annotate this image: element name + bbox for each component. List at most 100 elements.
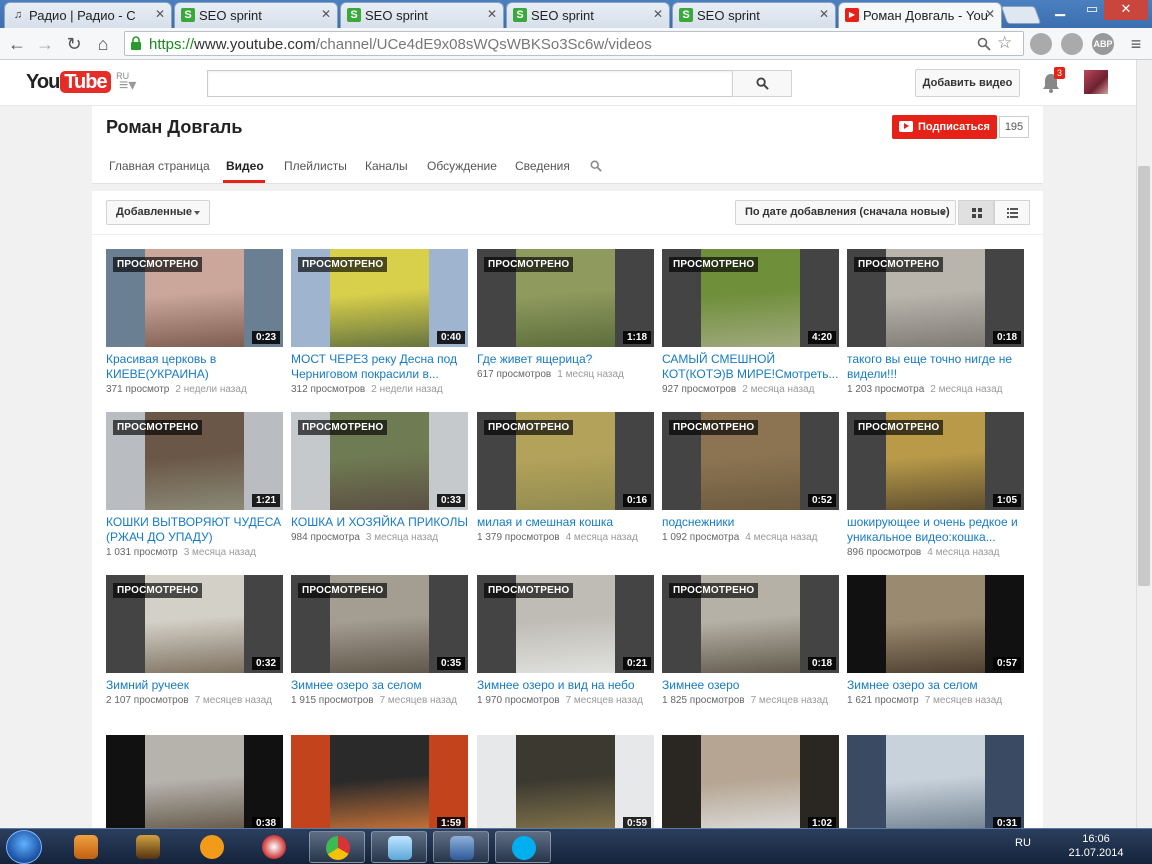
video-title-link[interactable]: Зимнее озеро и вид на небо bbox=[477, 678, 654, 693]
upload-button[interactable]: Добавить видео bbox=[915, 69, 1020, 97]
browser-tab-radio[interactable]: ♫ Радио | Радио - С ✕ bbox=[4, 2, 172, 28]
video-card[interactable]: ПРОСМОТРЕНО 0:16 милая и смешная кошка 1 37… bbox=[477, 412, 654, 544]
video-card[interactable]: ПРОСМОТРЕНО 0:23 Красивая церковь в КИЕВЕ(… bbox=[106, 249, 283, 396]
video-thumbnail[interactable]: ПРОСМОТРЕНО 0:21 bbox=[477, 575, 654, 673]
video-card[interactable]: ПРОСМОТРЕНО 1:18 Где живет ящерица? 617 про… bbox=[477, 249, 654, 381]
video-card[interactable]: 1:59 bbox=[291, 735, 468, 833]
browser-tab-seo-1[interactable]: S SEO sprint ✕ bbox=[174, 2, 338, 28]
video-thumbnail[interactable]: ПРОСМОТРЕНО 1:21 bbox=[106, 412, 283, 510]
video-card[interactable]: ПРОСМОТРЕНО 1:05 шокирующее и очень редкое… bbox=[847, 412, 1024, 559]
video-thumbnail[interactable]: ПРОСМОТРЕНО 0:18 bbox=[662, 575, 839, 673]
video-thumbnail[interactable]: ПРОСМОТРЕНО 0:18 bbox=[847, 249, 1024, 347]
tab-channels[interactable]: Каналы bbox=[365, 159, 408, 173]
guide-menu-icon[interactable]: ≡▾ bbox=[119, 75, 136, 95]
taskbar-flash[interactable] bbox=[246, 831, 302, 863]
video-title-link[interactable]: милая и смешная кошка bbox=[477, 515, 654, 530]
video-title-link[interactable]: Зимнее озеро за селом bbox=[291, 678, 468, 693]
video-card[interactable]: ПРОСМОТРЕНО 0:33 КОШКА И ХОЗЯЙКА ПРИКОЛЫ 98… bbox=[291, 412, 468, 544]
video-thumbnail[interactable]: ПРОСМОТРЕНО 1:18 bbox=[477, 249, 654, 347]
video-thumbnail[interactable]: 1:59 bbox=[291, 735, 468, 833]
tab-close-icon[interactable]: ✕ bbox=[321, 7, 331, 21]
tab-close-icon[interactable]: ✕ bbox=[155, 7, 165, 21]
reload-icon[interactable]: ↻ bbox=[63, 33, 85, 55]
taskbar-odnoklassniki[interactable] bbox=[184, 831, 240, 863]
video-title-link[interactable]: такого вы еще точно нигде не видели!!! bbox=[847, 352, 1024, 382]
video-card[interactable]: ПРОСМОТРЕНО 0:40 МОСТ ЧЕРЕЗ реку Десна под… bbox=[291, 249, 468, 396]
video-thumbnail[interactable]: 0:31 bbox=[847, 735, 1024, 833]
scrollbar-thumb[interactable] bbox=[1138, 166, 1150, 586]
video-card[interactable]: ПРОСМОТРЕНО 1:21 КОШКИ ВЫТВОРЯЮТ ЧУДЕСА (Р… bbox=[106, 412, 283, 559]
channel-search-icon[interactable] bbox=[590, 160, 602, 172]
forward-arrow-icon[interactable]: → bbox=[34, 33, 56, 55]
taskbar-chrome[interactable] bbox=[309, 831, 365, 863]
sort-order-dropdown[interactable]: По дате добавления (сначала новые) bbox=[735, 200, 956, 225]
video-title-link[interactable]: Зимнее озеро bbox=[662, 678, 839, 693]
video-card[interactable]: 1:02 bbox=[662, 735, 839, 833]
video-thumbnail[interactable]: 0:57 bbox=[847, 575, 1024, 673]
browser-tab-seo-3[interactable]: S SEO sprint ✕ bbox=[506, 2, 670, 28]
video-title-link[interactable]: МОСТ ЧЕРЕЗ реку Десна под Черниговом пок… bbox=[291, 352, 468, 382]
video-card[interactable]: 0:38 bbox=[106, 735, 283, 833]
video-title-link[interactable]: Зимний ручеек bbox=[106, 678, 283, 693]
video-card[interactable]: ПРОСМОТРЕНО 4:20 САМЫЙ СМЕШНОЙ КОТ(КОТЭ)В … bbox=[662, 249, 839, 396]
filter-dropdown[interactable]: Добавленные bbox=[106, 200, 210, 225]
video-card[interactable]: 0:59 bbox=[477, 735, 654, 833]
menu-icon[interactable]: ≡ bbox=[1125, 33, 1147, 55]
video-thumbnail[interactable]: ПРОСМОТРЕНО 0:32 bbox=[106, 575, 283, 673]
video-thumbnail[interactable]: ПРОСМОТРЕНО 4:20 bbox=[662, 249, 839, 347]
zoom-icon[interactable] bbox=[977, 37, 991, 51]
video-thumbnail[interactable]: 0:38 bbox=[106, 735, 283, 833]
video-title-link[interactable]: КОШКА И ХОЗЯЙКА ПРИКОЛЫ bbox=[291, 515, 468, 530]
search-button[interactable] bbox=[732, 70, 792, 97]
video-card[interactable]: 0:31 bbox=[847, 735, 1024, 833]
system-clock[interactable]: 16:06 21.07.2014 bbox=[1064, 832, 1128, 860]
adblock-icon[interactable]: ABP bbox=[1092, 33, 1114, 55]
new-tab-button[interactable] bbox=[1000, 6, 1042, 24]
video-card[interactable]: ПРОСМОТРЕНО 0:52 подснежники 1 092 просмотр… bbox=[662, 412, 839, 544]
taskbar-virtualbox[interactable] bbox=[433, 831, 489, 863]
taskbar-notepad[interactable] bbox=[371, 831, 427, 863]
video-card[interactable]: ПРОСМОТРЕНО 0:18 такого вы еще точно нигде… bbox=[847, 249, 1024, 396]
search-input[interactable] bbox=[207, 70, 733, 97]
browser-tab-seo-4[interactable]: S SEO sprint ✕ bbox=[672, 2, 836, 28]
video-thumbnail[interactable]: ПРОСМОТРЕНО 0:40 bbox=[291, 249, 468, 347]
list-view-button[interactable] bbox=[994, 200, 1030, 225]
video-thumbnail[interactable]: ПРОСМОТРЕНО 0:16 bbox=[477, 412, 654, 510]
video-card[interactable]: ПРОСМОТРЕНО 0:18 Зимнее озеро 1 825 просмот… bbox=[662, 575, 839, 707]
taskbar-skype[interactable] bbox=[495, 831, 551, 863]
back-arrow-icon[interactable]: ← bbox=[6, 33, 28, 55]
video-thumbnail[interactable]: ПРОСМОТРЕНО 0:52 bbox=[662, 412, 839, 510]
video-title-link[interactable]: подснежники bbox=[662, 515, 839, 530]
subscribe-button[interactable]: Подписаться bbox=[892, 115, 997, 139]
tab-close-icon[interactable]: ✕ bbox=[487, 7, 497, 21]
video-thumbnail[interactable]: ПРОСМОТРЕНО 0:23 bbox=[106, 249, 283, 347]
video-title-link[interactable]: Красивая церковь в КИЕВЕ(УКРАИНА) bbox=[106, 352, 283, 382]
extension-icon[interactable] bbox=[1030, 33, 1052, 55]
taskbar-media-player[interactable] bbox=[58, 831, 114, 863]
tab-discussion[interactable]: Обсуждение bbox=[427, 159, 497, 173]
start-button[interactable] bbox=[6, 830, 42, 864]
video-thumbnail[interactable]: 0:59 bbox=[477, 735, 654, 833]
video-card[interactable]: ПРОСМОТРЕНО 0:35 Зимнее озеро за селом 1 91… bbox=[291, 575, 468, 707]
browser-tab-seo-2[interactable]: S SEO sprint ✕ bbox=[340, 2, 504, 28]
grid-view-button[interactable] bbox=[958, 200, 994, 225]
video-title-link[interactable]: Зимнее озеро за селом bbox=[847, 678, 1024, 693]
address-bar[interactable]: https://www.youtube.com/channel/UCe4dE9x… bbox=[124, 31, 1024, 56]
video-thumbnail[interactable]: ПРОСМОТРЕНО 1:05 bbox=[847, 412, 1024, 510]
tab-about[interactable]: Сведения bbox=[515, 159, 570, 173]
tab-home[interactable]: Главная страница bbox=[109, 159, 210, 173]
tab-close-icon[interactable]: ✕ bbox=[653, 7, 663, 21]
video-thumbnail[interactable]: ПРОСМОТРЕНО 0:35 bbox=[291, 575, 468, 673]
video-title-link[interactable]: КОШКИ ВЫТВОРЯЮТ ЧУДЕСА (РЖАЧ ДО УПАДУ) bbox=[106, 515, 283, 545]
extension-icon[interactable] bbox=[1061, 33, 1083, 55]
video-title-link[interactable]: Где живет ящерица? bbox=[477, 352, 654, 367]
close-window-icon[interactable]: ✕ bbox=[1104, 0, 1148, 20]
browser-tab-youtube[interactable]: ▶ Роман Довгаль - You ✕ bbox=[838, 2, 1002, 29]
video-title-link[interactable]: САМЫЙ СМЕШНОЙ КОТ(КОТЭ)В МИРЕ!Смотреть..… bbox=[662, 352, 839, 382]
bookmark-star-icon[interactable]: ☆ bbox=[997, 33, 1012, 53]
video-thumbnail[interactable]: ПРОСМОТРЕНО 0:33 bbox=[291, 412, 468, 510]
language-indicator[interactable]: RU bbox=[1015, 837, 1031, 849]
video-card[interactable]: ПРОСМОТРЕНО 0:21 Зимнее озеро и вид на неб… bbox=[477, 575, 654, 707]
avatar[interactable] bbox=[1084, 70, 1108, 94]
video-card[interactable]: ПРОСМОТРЕНО 0:32 Зимний ручеек 2 107 просмо… bbox=[106, 575, 283, 707]
